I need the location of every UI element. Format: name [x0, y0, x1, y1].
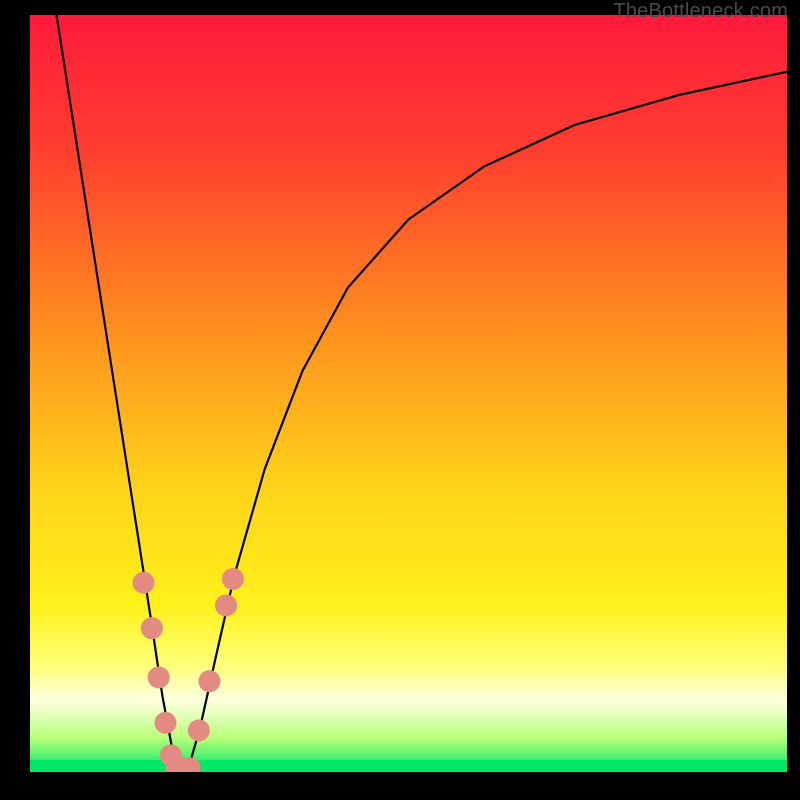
scatter-dot	[148, 666, 170, 688]
scatter-dot	[222, 568, 244, 590]
scatter-dot	[215, 594, 237, 616]
scatter-dot	[155, 712, 177, 734]
scatter-dot	[198, 670, 220, 692]
baseline-band	[30, 760, 787, 772]
scatter-dot	[141, 617, 163, 639]
chart-background	[30, 15, 787, 772]
scatter-dot	[188, 719, 210, 741]
chart-frame: TheBottleneck.com	[0, 0, 800, 800]
bottleneck-chart	[30, 15, 787, 772]
scatter-dot	[133, 572, 155, 594]
